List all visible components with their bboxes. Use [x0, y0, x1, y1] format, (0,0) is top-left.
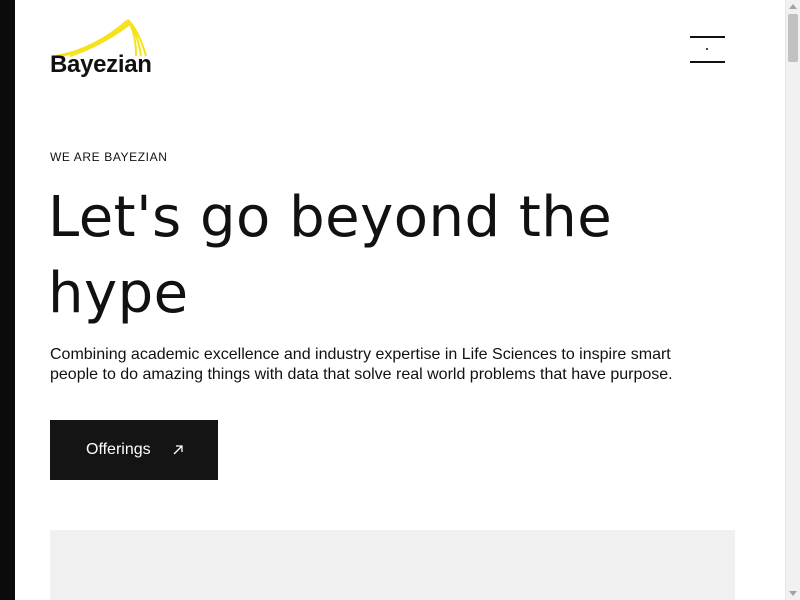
hero-headline-line-1: Let's go beyond the — [48, 185, 613, 250]
scroll-up-arrow-icon[interactable] — [789, 4, 797, 9]
hero-description: Combining academic excellence and indust… — [50, 345, 750, 385]
brand-wordmark: Bayezian — [50, 51, 152, 78]
hero-description-line-1: Combining academic excellence and indust… — [50, 346, 671, 363]
scroll-down-arrow-icon[interactable] — [789, 591, 797, 596]
menu-dot — [706, 48, 708, 50]
brand-logo-link[interactable]: Bayezian — [50, 18, 152, 80]
hero-headline: Let's go beyond the hype — [48, 180, 708, 332]
hero-headline-line-2: hype — [48, 261, 189, 326]
page: Bayezian WE ARE BAYEZIAN Let's go beyond… — [15, 0, 785, 600]
offerings-button-label: Offerings — [86, 441, 151, 458]
hero-description-line-2: people to do amazing things with data th… — [50, 366, 673, 383]
offerings-button[interactable]: Offerings — [50, 420, 218, 480]
menu-button[interactable] — [690, 36, 725, 63]
menu-bar-top — [690, 36, 725, 38]
menu-bar-bottom — [690, 61, 725, 63]
window-left-edge — [0, 0, 15, 600]
hero-eyebrow: WE ARE BAYEZIAN — [50, 150, 168, 164]
scrollbar-thumb[interactable] — [788, 14, 798, 62]
arrow-up-right-icon — [173, 445, 183, 455]
hero-media-placeholder — [50, 530, 735, 600]
page-scrollbar[interactable] — [785, 0, 800, 600]
